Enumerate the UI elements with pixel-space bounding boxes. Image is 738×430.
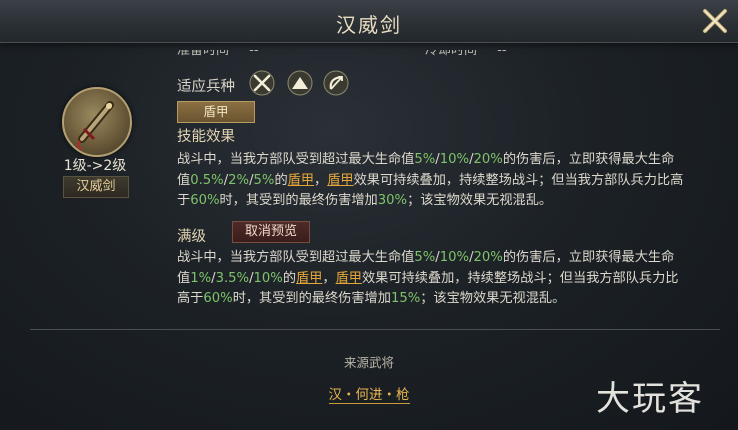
level-change: 1级->2级 bbox=[63, 158, 127, 174]
svg-text:大玩客: 大玩客 bbox=[596, 379, 704, 419]
crossed-swords-icon bbox=[249, 70, 275, 96]
cancel-preview-button[interactable]: 取消预览 bbox=[232, 221, 310, 243]
prep-time-label: 准备时间 bbox=[177, 50, 230, 58]
armor-keyword-link[interactable]: 盾甲 bbox=[327, 173, 353, 188]
armor-tag: 盾甲 bbox=[177, 101, 255, 123]
cooldown-value: -- bbox=[497, 50, 507, 58]
divider bbox=[30, 329, 720, 330]
watermark-logo: 大玩客 bbox=[596, 379, 704, 419]
prep-time-value: -- bbox=[249, 50, 259, 58]
cooldown-label: 冷却时间 bbox=[425, 50, 478, 58]
source-general-label: 来源武将 bbox=[343, 355, 394, 370]
bow-icon bbox=[323, 70, 349, 96]
max-level-description: 战斗中，当我方部队受到超过最大生命值5%/10%/20%的伤害后，立即获得最大生… bbox=[177, 250, 679, 306]
armor-keyword-link[interactable]: 盾甲 bbox=[336, 271, 362, 286]
skill-description: 战斗中，当我方部队受到超过最大生命值5%/10%/20%的伤害后，立即获得最大生… bbox=[177, 152, 684, 208]
max-level-heading: 满级 bbox=[177, 229, 206, 245]
treasure-name-tag: 汉威剑 bbox=[63, 176, 129, 198]
skill-effect-heading: 技能效果 bbox=[177, 129, 235, 145]
cooldown-row: 冷却时间 -- bbox=[425, 50, 507, 61]
panel-title: 汉威剑 bbox=[336, 13, 402, 37]
treasure-detail-panel: 汉威剑 准备时间 -- 冷却时间 -- 适应兵种 1级->2级 汉威剑 盾甲 技… bbox=[0, 0, 738, 430]
tent-icon bbox=[287, 70, 313, 96]
title-bar: 汉威剑 bbox=[0, 0, 738, 43]
armor-keyword-link[interactable]: 盾甲 bbox=[296, 271, 322, 286]
sword-icon bbox=[77, 101, 114, 150]
armor-keyword-link[interactable]: 盾甲 bbox=[288, 173, 314, 188]
troop-types-label: 适应兵种 bbox=[177, 79, 235, 95]
close-icon[interactable] bbox=[700, 6, 730, 36]
prep-time-row: 准备时间 -- bbox=[177, 50, 259, 61]
treasure-avatar bbox=[62, 87, 132, 157]
